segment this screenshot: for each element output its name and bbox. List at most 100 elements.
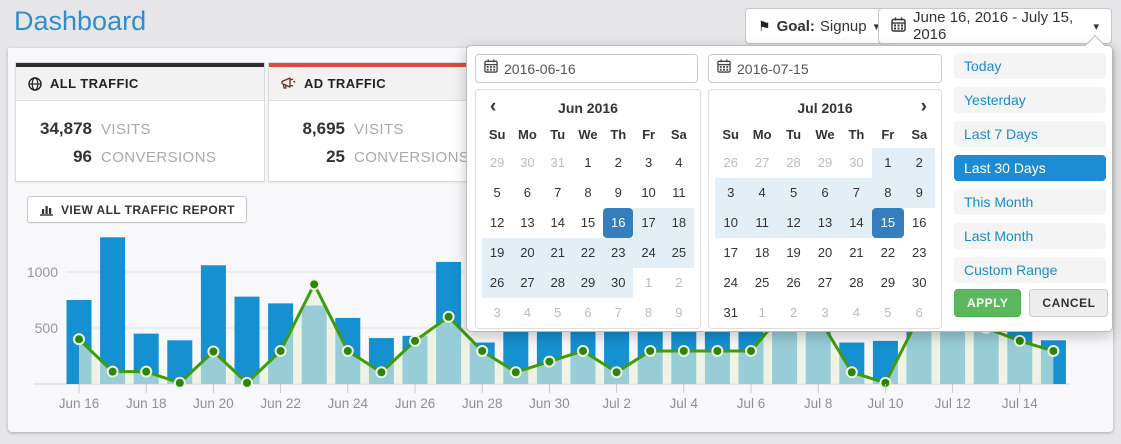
point-jul-14[interactable] <box>1015 336 1025 346</box>
day-cell[interactable]: 7 <box>603 298 633 328</box>
day-cell[interactable]: 18 <box>664 208 694 238</box>
day-cell[interactable]: 6 <box>809 178 840 208</box>
day-cell[interactable]: 11 <box>746 208 777 238</box>
day-cell[interactable]: 31 <box>543 148 573 178</box>
day-cell[interactable]: 30 <box>603 268 633 298</box>
range-this-month[interactable]: This Month <box>954 189 1106 215</box>
point-jun-26[interactable] <box>410 336 420 346</box>
point-jul-4[interactable] <box>679 346 689 356</box>
day-cell[interactable]: 30 <box>904 268 935 298</box>
day-cell[interactable]: 14 <box>543 208 573 238</box>
point-jun-29[interactable] <box>511 367 521 377</box>
day-cell[interactable]: 1 <box>573 148 603 178</box>
day-cell[interactable]: 19 <box>482 238 512 268</box>
day-cell[interactable]: 2 <box>664 268 694 298</box>
day-cell[interactable]: 10 <box>633 178 663 208</box>
chevron-left-icon[interactable]: ‹ <box>490 94 496 120</box>
day-cell[interactable]: 25 <box>664 238 694 268</box>
day-cell[interactable]: 5 <box>482 178 512 208</box>
day-cell[interactable]: 14 <box>841 208 872 238</box>
day-cell[interactable]: 17 <box>633 208 663 238</box>
day-cell[interactable]: 7 <box>543 178 573 208</box>
day-cell[interactable]: 8 <box>633 298 663 328</box>
range-last-30-days[interactable]: Last 30 Days <box>954 155 1106 181</box>
day-cell[interactable]: 4 <box>512 298 542 328</box>
day-cell[interactable]: 4 <box>841 298 872 328</box>
day-cell[interactable]: 4 <box>746 178 777 208</box>
day-cell[interactable]: 23 <box>603 238 633 268</box>
day-cell[interactable]: 9 <box>664 298 694 328</box>
point-jul-1[interactable] <box>578 346 588 356</box>
day-cell[interactable]: 26 <box>482 268 512 298</box>
day-cell[interactable]: 29 <box>809 148 840 178</box>
point-jun-24[interactable] <box>343 346 353 356</box>
day-cell[interactable]: 2 <box>778 298 809 328</box>
point-jun-20[interactable] <box>208 347 218 357</box>
day-cell[interactable]: 26 <box>715 148 746 178</box>
day-cell[interactable]: 12 <box>482 208 512 238</box>
point-jun-19[interactable] <box>175 378 185 388</box>
day-cell[interactable]: 29 <box>872 268 903 298</box>
start-date-input[interactable] <box>504 61 689 77</box>
point-jun-27[interactable] <box>444 312 454 322</box>
day-cell[interactable]: 26 <box>778 268 809 298</box>
day-cell[interactable]: 3 <box>633 148 663 178</box>
range-custom-range[interactable]: Custom Range <box>954 257 1106 283</box>
day-cell[interactable]: 21 <box>543 238 573 268</box>
day-cell[interactable]: 2 <box>603 148 633 178</box>
day-cell[interactable]: 4 <box>664 148 694 178</box>
day-cell[interactable]: 3 <box>715 178 746 208</box>
day-cell[interactable]: 13 <box>809 208 840 238</box>
date-range-button[interactable]: June 16, 2016 - July 15, 2016 ▾ <box>878 8 1112 44</box>
day-cell[interactable]: 11 <box>664 178 694 208</box>
day-cell[interactable]: 30 <box>512 148 542 178</box>
point-jul-6[interactable] <box>746 346 756 356</box>
day-cell-selected[interactable]: 15 <box>872 208 903 238</box>
day-cell[interactable]: 19 <box>778 238 809 268</box>
day-cell[interactable]: 29 <box>482 148 512 178</box>
range-last-7-days[interactable]: Last 7 Days <box>954 121 1106 147</box>
day-cell[interactable]: 1 <box>872 148 903 178</box>
day-cell[interactable]: 30 <box>841 148 872 178</box>
day-cell[interactable]: 28 <box>841 268 872 298</box>
day-cell[interactable]: 22 <box>573 238 603 268</box>
day-cell[interactable]: 24 <box>715 268 746 298</box>
day-cell[interactable]: 28 <box>778 148 809 178</box>
point-jun-30[interactable] <box>544 357 554 367</box>
day-cell[interactable]: 27 <box>746 148 777 178</box>
day-cell[interactable]: 1 <box>633 268 663 298</box>
day-cell[interactable]: 6 <box>512 178 542 208</box>
range-yesterday[interactable]: Yesterday <box>954 87 1106 113</box>
day-cell[interactable]: 12 <box>778 208 809 238</box>
day-cell[interactable]: 5 <box>872 298 903 328</box>
point-jul-9[interactable] <box>847 367 857 377</box>
apply-button[interactable]: APPLY <box>954 289 1021 317</box>
day-cell[interactable]: 3 <box>482 298 512 328</box>
day-cell[interactable]: 3 <box>809 298 840 328</box>
day-cell[interactable]: 27 <box>809 268 840 298</box>
day-cell[interactable]: 31 <box>715 298 746 328</box>
day-cell[interactable]: 6 <box>573 298 603 328</box>
day-cell[interactable]: 20 <box>512 238 542 268</box>
day-cell[interactable]: 21 <box>841 238 872 268</box>
day-cell[interactable]: 28 <box>543 268 573 298</box>
day-cell[interactable]: 2 <box>904 148 935 178</box>
day-cell[interactable]: 9 <box>904 178 935 208</box>
cancel-button[interactable]: CANCEL <box>1029 289 1108 317</box>
point-jul-15[interactable] <box>1048 346 1058 356</box>
day-cell[interactable]: 23 <box>904 238 935 268</box>
day-cell[interactable]: 6 <box>904 298 935 328</box>
point-jun-28[interactable] <box>477 346 487 356</box>
day-cell[interactable]: 10 <box>715 208 746 238</box>
day-cell[interactable]: 1 <box>746 298 777 328</box>
point-jun-25[interactable] <box>376 367 386 377</box>
day-cell[interactable]: 22 <box>872 238 903 268</box>
point-jun-23[interactable] <box>309 279 319 289</box>
point-jul-5[interactable] <box>712 346 722 356</box>
day-cell[interactable]: 5 <box>543 298 573 328</box>
point-jun-16[interactable] <box>74 334 84 344</box>
day-cell[interactable]: 16 <box>904 208 935 238</box>
point-jun-22[interactable] <box>276 346 286 356</box>
day-cell[interactable]: 8 <box>573 178 603 208</box>
day-cell-selected[interactable]: 16 <box>603 208 633 238</box>
